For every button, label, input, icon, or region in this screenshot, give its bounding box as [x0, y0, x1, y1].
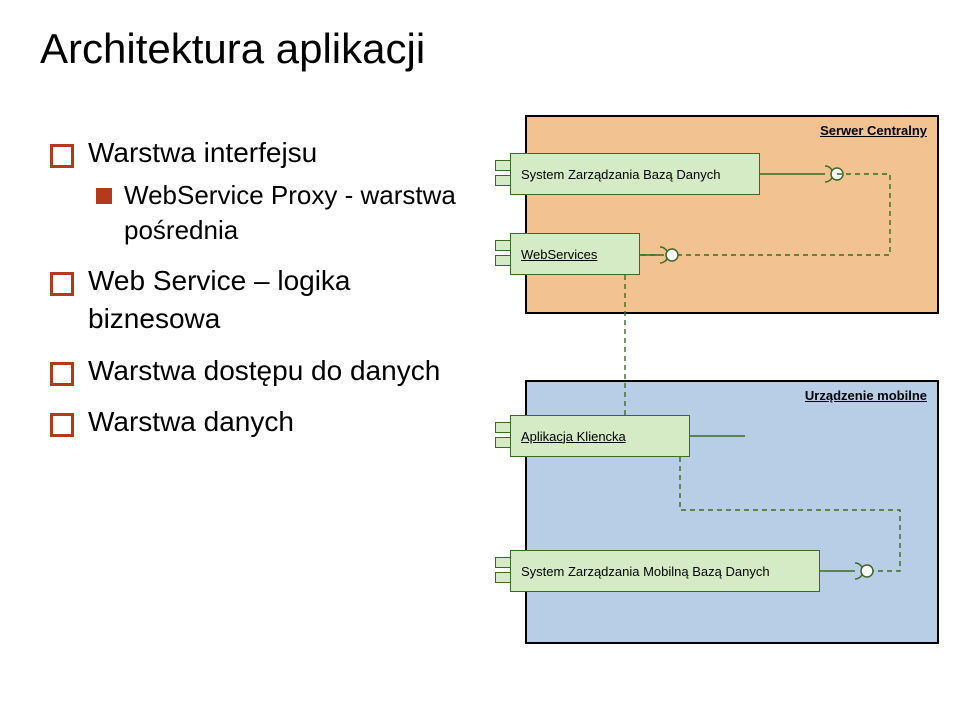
bullet-level1: Warstwa interfejsu — [50, 134, 470, 172]
component-tabs-icon — [495, 240, 511, 270]
hollow-square-icon — [50, 272, 74, 296]
architecture-diagram: Serwer Centralny Urządzenie mobilne Syst… — [485, 115, 940, 675]
component-tabs-icon — [495, 422, 511, 452]
component-label: WebServices — [521, 247, 597, 262]
component-db-management: System Zarządzania Bazą Danych — [510, 153, 760, 195]
component-tabs-icon — [495, 557, 511, 587]
server-node: Serwer Centralny — [525, 115, 939, 314]
server-label: Serwer Centralny — [820, 123, 927, 138]
hollow-square-icon — [50, 413, 74, 437]
component-client-app: Aplikacja Kliencka — [510, 415, 690, 457]
bullet-text: Warstwa danych — [88, 403, 470, 441]
hollow-square-icon — [50, 144, 74, 168]
bullet-level1: Warstwa danych — [50, 403, 470, 441]
bullet-level1: Warstwa dostępu do danych — [50, 352, 470, 390]
device-label: Urządzenie mobilne — [805, 388, 927, 403]
component-label: System Zarządzania Mobilną Bazą Danych — [521, 564, 770, 579]
hollow-square-icon — [50, 362, 74, 386]
bullet-level1: Web Service – logika biznesowa — [50, 262, 470, 338]
component-webservices: WebServices — [510, 233, 640, 275]
bullet-list: Warstwa interfejsu WebService Proxy - wa… — [50, 120, 470, 447]
bullet-text: WebService Proxy - warstwa pośrednia — [124, 178, 470, 248]
component-label: Aplikacja Kliencka — [521, 429, 626, 444]
slide-title: Architektura aplikacji — [40, 25, 425, 73]
bullet-text: Warstwa dostępu do danych — [88, 352, 470, 390]
bullet-level2: WebService Proxy - warstwa pośrednia — [96, 178, 470, 248]
component-mobile-db: System Zarządzania Mobilną Bazą Danych — [510, 550, 820, 592]
filled-square-icon — [96, 188, 112, 204]
component-tabs-icon — [495, 160, 511, 190]
bullet-text: Warstwa interfejsu — [88, 134, 470, 172]
bullet-text: Web Service – logika biznesowa — [88, 262, 470, 338]
component-label: System Zarządzania Bazą Danych — [521, 167, 720, 182]
slide: Architektura aplikacji Warstwa interfejs… — [0, 0, 960, 717]
